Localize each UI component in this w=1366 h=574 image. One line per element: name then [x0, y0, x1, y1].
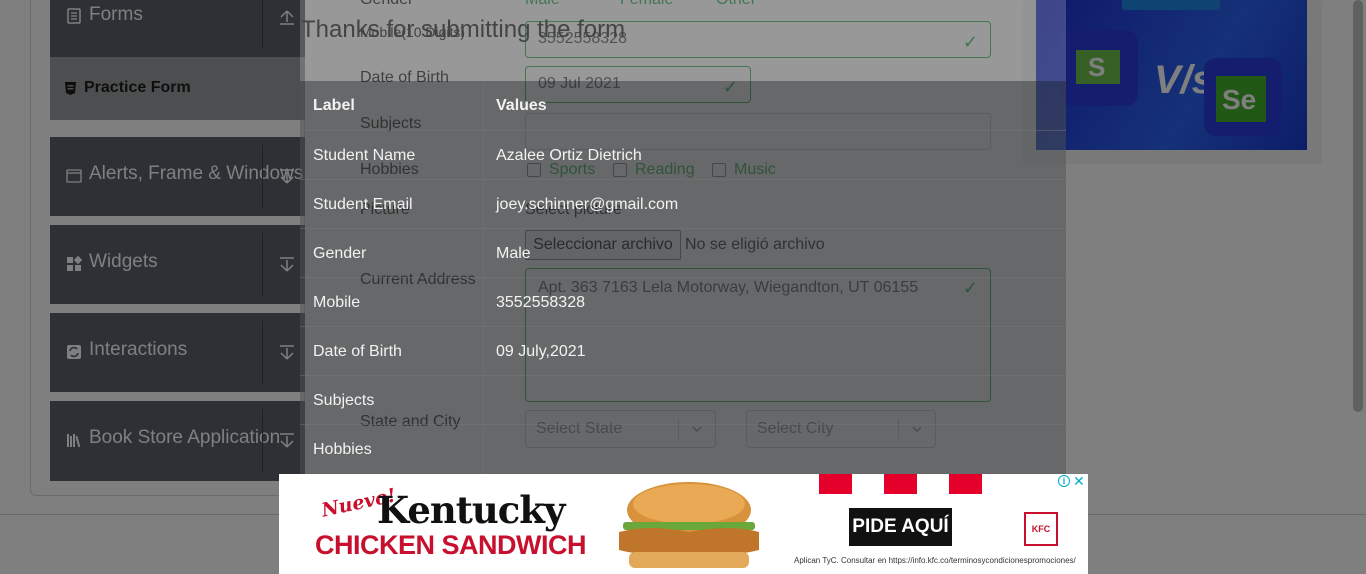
kfc-logo: KFC — [1024, 512, 1058, 546]
ad-info-icon[interactable]: i — [1058, 475, 1070, 487]
table-row: Mobile 3552558328 — [300, 277, 1066, 326]
table-row: Subjects — [300, 375, 1066, 424]
row-label: Subjects — [313, 392, 375, 409]
row-value: Azalee Ortiz Dietrich — [496, 147, 642, 164]
table-header-label: Label — [313, 97, 355, 114]
ad-cta-button[interactable]: PIDE AQUÍ — [849, 508, 952, 546]
ad-fine-print: Aplican TyC. Consultar en https://info.k… — [794, 556, 1076, 565]
ad-banner[interactable]: Nuevo! Kentucky CHICKEN SANDWICH PIDE AQ… — [279, 474, 1088, 574]
table-row: Date of Birth 09 July,2021 — [300, 326, 1066, 375]
modal-title: Thanks for submitting the form — [301, 16, 626, 43]
table-header-values: Values — [496, 97, 547, 114]
row-value: 09 July,2021 — [496, 343, 586, 360]
results-table: Label Values Student Name Azalee Ortiz D… — [300, 81, 1066, 480]
ad-subheadline: CHICKEN SANDWICH — [315, 530, 587, 560]
row-label: Student Email — [313, 196, 413, 213]
table-row: Gender Male — [300, 228, 1066, 277]
row-label: Student Name — [313, 147, 416, 164]
ad-headline: Kentucky — [377, 488, 565, 532]
row-label: Date of Birth — [313, 343, 402, 360]
table-row: Student Email joey.schinner@gmail.com — [300, 179, 1066, 228]
row-value: Male — [496, 245, 531, 262]
row-value: joey.schinner@gmail.com — [496, 196, 679, 213]
sandwich-image — [619, 482, 759, 568]
table-row: Hobbies — [300, 424, 1066, 473]
table-header-row: Label Values — [300, 81, 1066, 130]
row-label: Gender — [313, 245, 367, 262]
close-icon[interactable]: ✕ — [1073, 474, 1085, 490]
ad-stripes — [819, 474, 982, 494]
table-row: Student Name Azalee Ortiz Dietrich — [300, 130, 1066, 179]
row-label: Mobile — [313, 294, 361, 311]
row-value: 3552558328 — [496, 294, 585, 311]
row-label: Hobbies — [313, 441, 372, 458]
